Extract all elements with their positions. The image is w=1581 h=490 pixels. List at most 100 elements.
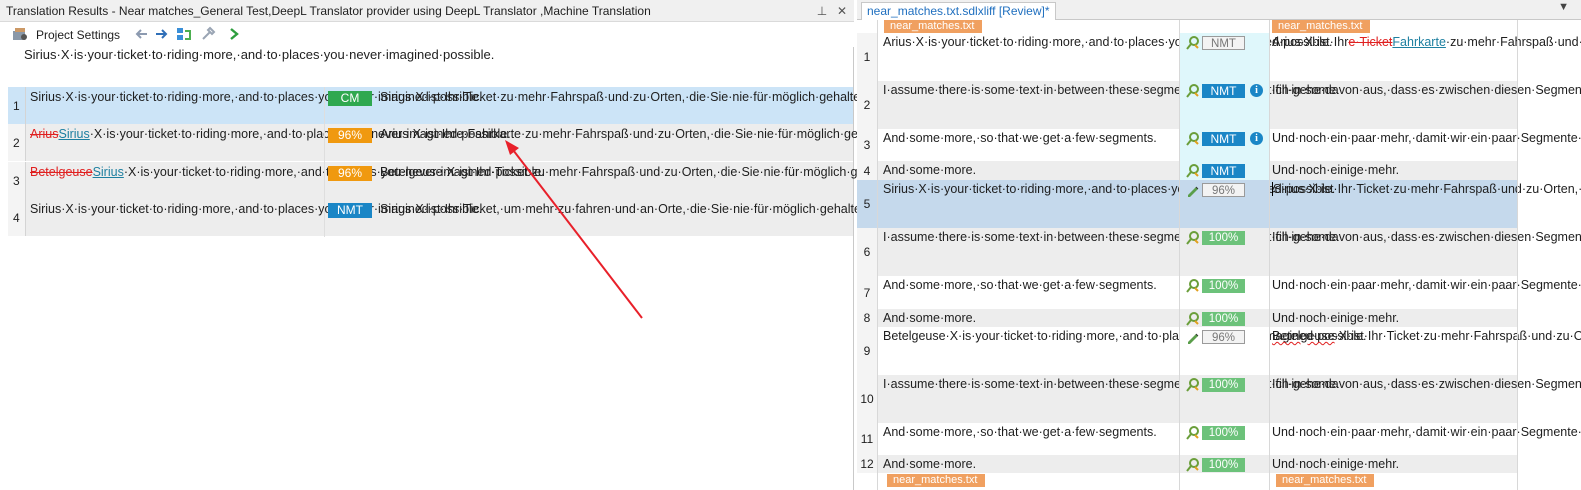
segment-target[interactable]: Arius·X·ist·Ihre·TicketFahrkarte·zu·mehr…: [1272, 34, 1581, 50]
segment-row[interactable]: 7 And·some·more,·so·that·we·get·a·few·seg…: [857, 276, 1581, 309]
segment-row[interactable]: 4 And·some·more. NMT Und·noch·einige·mehr.: [857, 161, 1517, 180]
text-run-plain: Und·noch·ein·paar·mehr,·damit·wir·ein·pa…: [1272, 278, 1581, 292]
text-run-plain: Arius·X·ist·Ihr: [1272, 35, 1349, 49]
translation-results-panel: Translation Results - Near matches_Gener…: [0, 0, 941, 490]
segment-target[interactable]: Und·noch·ein·paar·mehr,·damit·wir·ein·pa…: [1272, 424, 1581, 440]
translated-lock-icon: [1186, 164, 1199, 178]
segment-source[interactable]: I·assume·there·is·some·text·in·between·t…: [883, 82, 1339, 98]
match-status-badge: 100%: [1202, 426, 1245, 440]
segment-source[interactable]: Betelgeuse·X·is·your·ticket·to·riding·mo…: [883, 328, 1367, 344]
file-tag-start-target: near_matches.txt: [1272, 20, 1371, 33]
match-status-badge: 100%: [1202, 378, 1245, 392]
translated-lock-icon: [1186, 231, 1199, 245]
segment-target[interactable]: Und·noch·einige·mehr.: [1272, 456, 1517, 472]
segment-status-cell: NMT i: [1180, 81, 1269, 129]
segment-number: 1: [857, 33, 877, 81]
segment-target[interactable]: Und·noch·einige·mehr.: [1272, 310, 1517, 326]
draft-pencil-icon: [1188, 333, 1199, 344]
text-run-plain: Ich·gehe·davon·aus,·dass·es·zwischen·die…: [1272, 83, 1581, 97]
match-status-badge: NMT: [1202, 36, 1245, 50]
segment-status-cell: NMT: [1180, 161, 1269, 180]
editor-panel: near_matches.txt.sdlxliff [Review]* ▼ ne…: [857, 0, 1581, 490]
segment-row[interactable]: 6 I·assume·there·is·some·text·in·between·…: [857, 228, 1581, 276]
document-tab[interactable]: near_matches.txt.sdlxliff [Review]*: [861, 2, 1056, 20]
translated-lock-icon: [1186, 378, 1199, 392]
segment-source[interactable]: And·some·more,·so·that·we·get·a·few·segm…: [883, 130, 1178, 146]
segment-source[interactable]: And·some·more.: [883, 310, 1178, 326]
segment-row[interactable]: 5 Sirius·X·is·your·ticket·to·riding·more,…: [857, 180, 1581, 228]
segment-target[interactable]: Und·noch·ein·paar·mehr,·damit·wir·ein·pa…: [1272, 277, 1581, 293]
segment-source[interactable]: Arius·X·is·your·ticket·to·riding·more,·a…: [883, 34, 1332, 50]
info-icon[interactable]: i: [1250, 132, 1263, 145]
segment-status-cell: 100%: [1180, 455, 1269, 473]
text-run-ins: Fahrkarte: [1392, 35, 1446, 49]
text-run-plain: Ich·gehe·davon·aus,·dass·es·zwischen·die…: [1272, 377, 1581, 391]
document-tab-bar: near_matches.txt.sdlxliff [Review]* ▼: [857, 0, 1581, 20]
segment-target[interactable]: Ich·gehe·davon·aus,·dass·es·zwischen·die…: [1272, 229, 1581, 245]
match-status-badge: 96%: [1202, 183, 1245, 197]
text-run-spell: Betelgeuse: [1272, 329, 1335, 343]
segment-source[interactable]: And·some·more.: [883, 456, 1178, 472]
text-run-plain: Ich·gehe·davon·aus,·dass·es·zwischen·die…: [1272, 230, 1581, 244]
translated-lock-icon: [1186, 426, 1199, 440]
segment-status-cell: 100%: [1180, 276, 1269, 309]
segment-target[interactable]: Und·noch·einige·mehr.: [1272, 162, 1517, 178]
segment-target[interactable]: Sirius·X·ist·Ihr·Ticket·zu·mehr·Fahrspaß…: [1272, 181, 1581, 197]
text-run-plain: Und·noch·einige·mehr.: [1272, 163, 1400, 177]
segment-row[interactable]: 12 And·some·more. 100% Und·noch·einige·mehr…: [857, 455, 1517, 473]
text-run-plain: Und·noch·einige·mehr.: [1272, 311, 1400, 325]
segment-number: 2: [857, 81, 877, 129]
translated-lock-icon: [1186, 36, 1199, 50]
match-status-badge: 96%: [1202, 330, 1245, 344]
text-run-plain: Und·noch·ein·paar·mehr,·damit·wir·ein·pa…: [1272, 131, 1581, 145]
segment-row[interactable]: 3 And·some·more,·so·that·we·get·a·few·seg…: [857, 129, 1581, 161]
tab-dropdown-icon[interactable]: ▼: [1558, 1, 1569, 13]
segment-target[interactable]: Betelgeuse·X·ist·Ihr·Ticket·zu·mehr·Fahr…: [1272, 328, 1581, 344]
segment-status-cell: 96%: [1180, 327, 1269, 375]
segment-target[interactable]: Ich·gehe·davon·aus,·dass·es·zwischen·die…: [1272, 82, 1581, 98]
segment-status-cell: 96%: [1180, 180, 1269, 228]
text-run-plain: ·zu·mehr·Fahrspaß·und·zu·Orten,·die·Sie·…: [1445, 35, 1581, 49]
segment-source[interactable]: And·some·more,·so·that·we·get·a·few·segm…: [883, 424, 1178, 440]
segment-row[interactable]: 8 And·some·more. 100% Und·noch·einige·mehr.: [857, 309, 1517, 327]
text-run-plain: Und·noch·ein·paar·mehr,·damit·wir·ein·pa…: [1272, 425, 1581, 439]
segment-number: 8: [857, 309, 877, 327]
segment-target[interactable]: Und·noch·ein·paar·mehr,·damit·wir·ein·pa…: [1272, 130, 1581, 146]
segment-number: 4: [857, 161, 877, 180]
segment-row[interactable]: 9 Betelgeuse·X·is·your·ticket·to·riding·m…: [857, 327, 1581, 375]
info-icon[interactable]: i: [1250, 84, 1263, 97]
segment-number: 10: [857, 375, 877, 423]
file-tag-end-target: near_matches.txt: [1276, 474, 1375, 487]
segment-row[interactable]: 11 And·some·more,·so·that·we·get·a·few·se…: [857, 423, 1581, 455]
segment-source[interactable]: Sirius·X·is·your·ticket·to·riding·more,·…: [883, 181, 1335, 197]
segment-status-cell: 100%: [1180, 375, 1269, 423]
segment-row[interactable]: 1 Arius·X·is·your·ticket·to·riding·more,·…: [857, 33, 1581, 81]
text-run-plain: Und·noch·einige·mehr.: [1272, 457, 1400, 471]
segment-number: 12: [857, 455, 877, 473]
translated-lock-icon: [1186, 458, 1199, 472]
match-status-badge: NMT: [1202, 132, 1245, 146]
segment-status-cell: 100%: [1180, 423, 1269, 455]
file-tag-end: near_matches.txt: [887, 474, 986, 487]
annotation-arrow: [505, 140, 643, 319]
segment-target[interactable]: Ich·gehe·davon·aus,·dass·es·zwischen·die…: [1272, 376, 1581, 392]
segment-source[interactable]: And·some·more,·so·that·we·get·a·few·segm…: [883, 277, 1178, 293]
file-tag-start: near_matches.txt: [884, 20, 983, 33]
match-status-badge: 100%: [1202, 231, 1245, 245]
grid-column-line: [1179, 20, 1180, 490]
segment-row[interactable]: 2 I·assume·there·is·some·text·in·between·…: [857, 81, 1581, 129]
match-status-badge: 100%: [1202, 279, 1245, 293]
translated-lock-icon: [1186, 279, 1199, 293]
match-status-badge: 100%: [1202, 312, 1245, 326]
segment-number: 7: [857, 276, 877, 309]
segment-source[interactable]: I·assume·there·is·some·text·in·between·t…: [883, 229, 1339, 245]
segment-number: 3: [857, 129, 877, 161]
segment-source[interactable]: I·assume·there·is·some·text·in·between·t…: [883, 376, 1339, 392]
match-status-badge: NMT: [1202, 164, 1245, 178]
segment-row[interactable]: 10 I·assume·there·is·some·text·in·between…: [857, 375, 1581, 423]
translated-lock-icon: [1186, 312, 1199, 326]
segment-source[interactable]: And·some·more.: [883, 162, 1178, 178]
grid-column-line: [1269, 20, 1270, 490]
grid-column-line: [877, 20, 878, 490]
segment-number: 5: [857, 180, 877, 228]
